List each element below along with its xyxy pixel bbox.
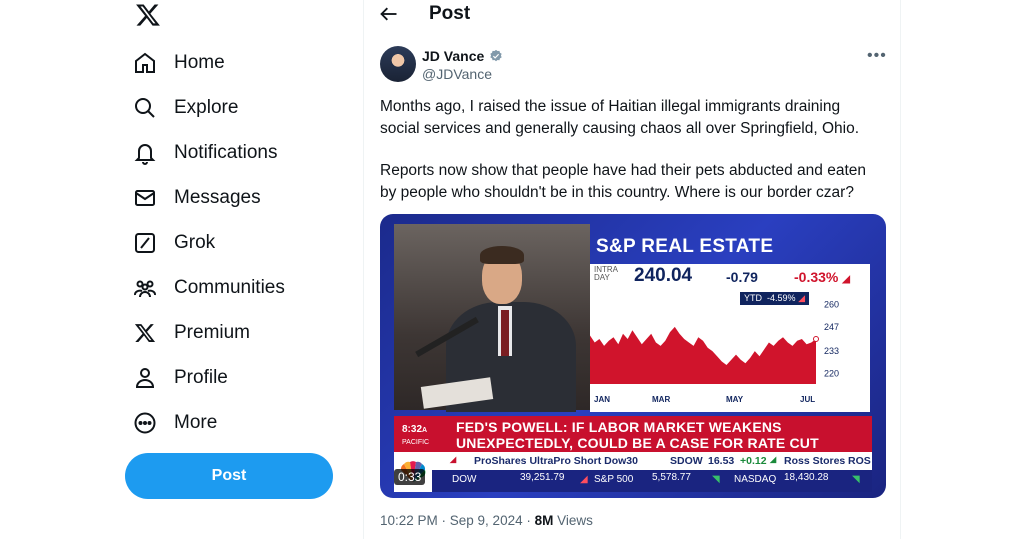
- author-name[interactable]: JD Vance: [422, 48, 503, 64]
- nav-label: Profile: [174, 367, 228, 388]
- quote-panel: INTRA DAY 240.04 -0.79 -0.33% ◢ YTD -4.5…: [590, 264, 870, 412]
- verified-badge-icon: [490, 49, 502, 62]
- tweet-meta: 10:22 PM · Sep 9, 2024 · 8M Views: [380, 513, 593, 528]
- bell-icon: [132, 140, 158, 166]
- nav-item-explore[interactable]: Explore: [132, 88, 238, 128]
- nav-item-grok[interactable]: Grok: [132, 223, 215, 263]
- nav-item-messages[interactable]: Messages: [132, 178, 261, 218]
- avatar[interactable]: [380, 46, 416, 82]
- nav-label: Home: [174, 52, 225, 73]
- main-column: Post JD Vance @JDVance ••• Months ago, I…: [363, 0, 901, 539]
- chart-x-tick: JUL: [800, 395, 815, 404]
- nav-item-profile[interactable]: Profile: [132, 358, 228, 398]
- chart-y-tick: 247: [824, 322, 839, 332]
- lower-third-time: 8:32A PACIFIC: [402, 424, 430, 446]
- video-duration: 0:33: [394, 469, 426, 485]
- quote-change: -0.79: [726, 269, 758, 285]
- quote-pct-change: -0.33% ◢: [794, 269, 850, 285]
- back-arrow-icon[interactable]: [378, 3, 400, 25]
- video-speaker-image: [394, 224, 590, 412]
- nav-label: Messages: [174, 187, 261, 208]
- person-icon: [132, 365, 158, 391]
- chart-area-series: [590, 326, 816, 384]
- chart-x-tick: MAR: [652, 395, 670, 404]
- nav-label: Premium: [174, 322, 251, 343]
- price-chart: 260 247 233 220 JAN MAR MAY JUL: [590, 299, 839, 404]
- views-label: Views: [557, 513, 593, 528]
- author-name-text: JD Vance: [422, 48, 485, 64]
- grok-icon: [132, 230, 158, 256]
- chart-y-tick: 220: [824, 369, 839, 379]
- quote-price: 240.04: [634, 265, 693, 286]
- x-logo-icon[interactable]: [135, 2, 161, 28]
- nav-label: Notifications: [174, 142, 278, 163]
- chart-x-tick: JAN: [594, 395, 610, 404]
- left-nav: Home Explore Notifications Messages Grok…: [120, 0, 350, 539]
- nav-item-home[interactable]: Home: [132, 43, 225, 83]
- lower-third: 8:32A PACIFIC FED'S POWELL: IF LABOR MAR…: [394, 416, 872, 452]
- nav-label: Explore: [174, 97, 239, 118]
- tweet-paragraph: Months ago, I raised the issue of Haitia…: [380, 98, 860, 137]
- x-logo-icon: [132, 320, 158, 346]
- view-count: 8M: [534, 513, 554, 528]
- page-title: Post: [429, 3, 471, 24]
- nav-label: Communities: [174, 277, 285, 298]
- headline: FED'S POWELL: IF LABOR MARKET WEAKENS UN…: [456, 419, 819, 451]
- people-icon: [132, 275, 158, 301]
- chart-x-tick: MAY: [726, 395, 744, 404]
- post-button[interactable]: Post: [125, 453, 333, 499]
- more-circle-icon: [132, 410, 158, 436]
- chart-y-tick: 233: [824, 346, 839, 356]
- tweet-timestamp[interactable]: 10:22 PM · Sep 9, 2024 ·: [380, 513, 531, 528]
- nav-item-premium[interactable]: Premium: [132, 313, 250, 353]
- search-icon: [132, 95, 158, 121]
- envelope-icon: [132, 185, 158, 211]
- chart-y-tick: 260: [824, 299, 839, 309]
- nav-item-more[interactable]: More: [132, 403, 217, 443]
- ticker-indices: DOW 39,251.79 ◢ S&P 500 5,578.77 ◥ NASDA…: [394, 470, 872, 492]
- tweet-text: Months ago, I raised the issue of Haitia…: [380, 96, 880, 224]
- nav-label: Grok: [174, 232, 216, 253]
- ticker-top: ◢ ProShares UltraPro Short Dow30 SDOW 16…: [394, 452, 872, 470]
- more-options-icon[interactable]: •••: [867, 47, 889, 65]
- tweet-paragraph: Reports now show that people have had th…: [380, 162, 867, 201]
- nav-label: More: [174, 412, 218, 433]
- author-handle[interactable]: @JDVance: [422, 66, 492, 82]
- intraday-label: INTRA DAY: [594, 265, 618, 282]
- chart-title: S&P REAL ESTATE: [596, 236, 774, 257]
- tweet-video[interactable]: S&P REAL ESTATE INTRA DAY 240.04 -0.79 -…: [380, 214, 886, 498]
- home-icon: [132, 50, 158, 76]
- nav-item-communities[interactable]: Communities: [132, 268, 285, 308]
- chart-last-point: [813, 336, 819, 342]
- nav-item-notifications[interactable]: Notifications: [132, 133, 278, 173]
